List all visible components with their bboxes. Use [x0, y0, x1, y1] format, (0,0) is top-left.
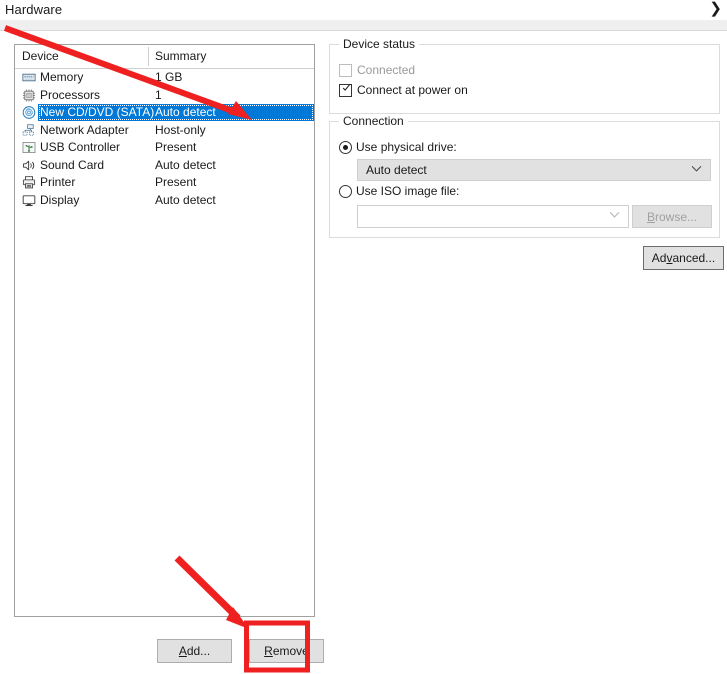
- chevron-down-icon: [691, 166, 702, 172]
- checkmark-icon: [342, 84, 351, 91]
- list-item-summary: Auto detect: [155, 105, 216, 119]
- cd-dvd-icon: [21, 105, 37, 120]
- network-icon: [21, 123, 37, 138]
- connected-checkbox-label: Connected: [357, 63, 416, 77]
- sound-card-icon: [21, 158, 37, 173]
- checkbox-box: [339, 84, 352, 97]
- processor-icon: [21, 88, 37, 103]
- chevron-right-icon[interactable]: ❯: [709, 0, 722, 18]
- advanced-button[interactable]: Advanced...: [643, 246, 724, 270]
- connection-group-title: Connection: [339, 114, 408, 128]
- physical-drive-select[interactable]: Auto detect: [357, 159, 711, 181]
- printer-icon: [21, 175, 37, 190]
- header-separator-band: [0, 20, 727, 31]
- add-button[interactable]: Add...: [157, 639, 232, 663]
- list-item-summary: Auto detect: [155, 192, 216, 207]
- list-item-summary: Auto detect: [155, 157, 216, 172]
- iso-path-input[interactable]: [357, 205, 629, 228]
- column-header-device[interactable]: Device: [22, 49, 59, 63]
- browse-button[interactable]: Browse...: [632, 205, 712, 228]
- list-item-summary: Present: [155, 175, 197, 189]
- list-item-name: Processors: [40, 87, 101, 102]
- checkbox-box: [339, 64, 352, 77]
- list-item-name: New CD/DVD (SATA): [40, 105, 155, 119]
- remove-button[interactable]: Remove: [249, 639, 324, 663]
- radio-circle: [339, 141, 352, 154]
- device-list-rows: Memory 1 GB Processors 1 New CD/DVD (SAT…: [15, 69, 314, 209]
- connect-at-power-on-label: Connect at power on: [357, 83, 468, 97]
- window-header: Hardware ❯: [0, 0, 727, 20]
- radio-circle: [339, 185, 352, 198]
- display-icon: [21, 193, 37, 208]
- list-item[interactable]: Network Adapter Host-only: [15, 122, 314, 140]
- list-item[interactable]: USB Controller Present: [15, 139, 314, 157]
- device-status-group-title: Device status: [339, 37, 420, 51]
- list-item[interactable]: Display Auto detect: [15, 192, 314, 210]
- chevron-down-icon[interactable]: [609, 211, 620, 219]
- physical-drive-selected-value: Auto detect: [366, 163, 427, 177]
- list-item-name: Sound Card: [40, 157, 105, 172]
- device-list-header: Device Summary: [15, 45, 314, 69]
- list-item-summary: Present: [155, 140, 197, 154]
- list-item-name: USB Controller: [40, 140, 121, 154]
- list-item[interactable]: Printer Present: [15, 174, 314, 192]
- list-item[interactable]: Memory 1 GB: [15, 69, 314, 87]
- list-item[interactable]: Processors 1: [15, 87, 314, 105]
- use-physical-drive-label: Use physical drive:: [356, 140, 457, 154]
- device-status-group: Device status: [329, 37, 720, 114]
- list-item-summary: Host-only: [155, 122, 206, 137]
- memory-icon: [21, 70, 37, 85]
- list-item-name: Memory: [40, 70, 84, 84]
- column-header-summary[interactable]: Summary: [155, 49, 206, 63]
- list-item-new-cd-dvd-sata[interactable]: New CD/DVD (SATA) Auto detect: [15, 104, 314, 122]
- list-item-summary: 1 GB: [155, 70, 183, 84]
- use-iso-image-file-label: Use ISO image file:: [356, 184, 460, 198]
- device-list-panel[interactable]: Device Summary Memory 1 GB Processors 1 …: [14, 44, 315, 617]
- usb-icon: [21, 140, 37, 155]
- page-title: Hardware: [5, 2, 63, 17]
- list-item-name: Network Adapter: [40, 122, 129, 137]
- list-item-name: Display: [40, 192, 80, 207]
- list-item-name: Printer: [40, 175, 76, 189]
- list-item-summary: 1: [155, 87, 162, 102]
- column-divider[interactable]: [148, 47, 149, 66]
- list-item[interactable]: Sound Card Auto detect: [15, 157, 314, 175]
